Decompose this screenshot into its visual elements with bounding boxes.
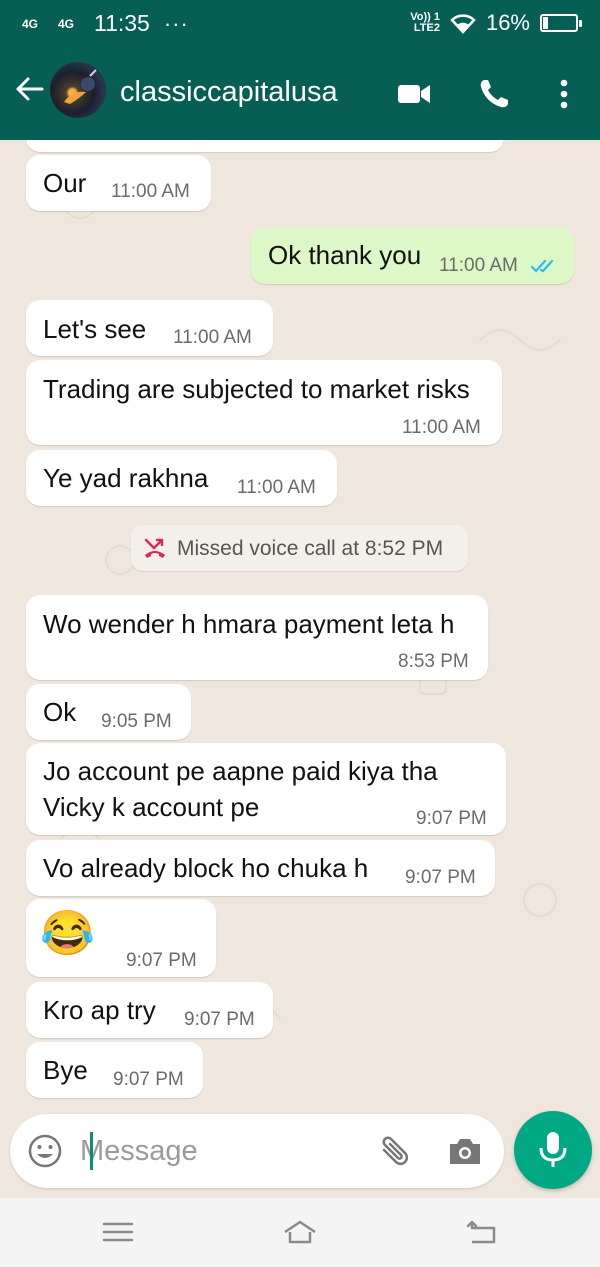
message-time: 9:07 PM: [184, 1009, 255, 1030]
back-icon[interactable]: [466, 1216, 502, 1248]
emoji-message: 😂: [40, 909, 95, 958]
message-text: Trading are subjected to market risks: [43, 374, 470, 404]
message-text: Wo wender h hmara payment leta h: [43, 609, 455, 639]
microphone-button[interactable]: [514, 1111, 592, 1189]
message-time: 9:07 PM: [126, 950, 197, 971]
message-bubble-incoming[interactable]: Bye 9:07 PM: [26, 1042, 203, 1098]
emoji-icon[interactable]: [26, 1132, 64, 1170]
message-bubble-incoming[interactable]: Ye yad rakhna 11:00 AM: [26, 450, 337, 506]
message-list[interactable]: Our 11:00 AM Ok thank you 11:00 AM Let's…: [0, 140, 600, 1110]
message-time: 11:00 AM: [237, 477, 316, 498]
message-text: Ye yad rakhna: [43, 463, 209, 493]
message-time: 8:53 PM: [398, 651, 469, 672]
status-time: 11:35: [94, 10, 150, 36]
phone-icon[interactable]: [476, 76, 512, 112]
app-bar: 4G 4G 11:35 ··· Vo)) 1 LTE2 16% classicc…: [0, 0, 600, 140]
message-text: Ok: [43, 697, 77, 727]
status-bar: 4G 4G 11:35 ··· Vo)) 1 LTE2 16%: [0, 0, 600, 46]
message-time: 11:00 AM: [439, 255, 518, 276]
message-composer: [10, 1114, 504, 1188]
text-cursor: [90, 1132, 93, 1170]
signal-indicator-2: 4G: [58, 16, 75, 31]
message-text: Let's see: [43, 314, 147, 344]
chat-header: classiccapitalusa: [0, 50, 600, 140]
message-bubble-incoming[interactable]: Ok 9:05 PM: [26, 684, 191, 740]
message-bubble-incoming[interactable]: Wo wender h hmara payment leta h 8:53 PM: [26, 595, 488, 680]
message-bubble-partial[interactable]: [26, 140, 504, 152]
message-text: Vo already block ho chuka h: [43, 853, 369, 883]
arrow-left-icon[interactable]: [12, 72, 46, 106]
message-bubble-incoming[interactable]: Our 11:00 AM: [26, 155, 211, 211]
paperclip-icon[interactable]: [374, 1132, 412, 1170]
message-text: Jo account pe aapne paid kiya tha: [43, 756, 438, 786]
message-text-line2: Vicky k account pe: [43, 792, 260, 822]
message-text: Bye: [43, 1055, 88, 1085]
message-bubble-incoming[interactable]: Jo account pe aapne paid kiya tha Vicky …: [26, 743, 506, 835]
avatar-image: [64, 69, 97, 104]
message-bubble-incoming[interactable]: 😂 9:07 PM: [26, 899, 216, 977]
message-text: Kro ap try: [43, 995, 156, 1025]
network-type: Vo)) 1 LTE2: [410, 12, 440, 34]
message-text: Our: [43, 168, 87, 198]
message-time: 11:00 AM: [173, 327, 252, 348]
status-more: ···: [163, 10, 189, 36]
more-vertical-icon[interactable]: [546, 76, 582, 112]
read-receipt-icon: [531, 259, 554, 273]
lte-label: LTE2: [413, 22, 440, 34]
message-bubble-incoming[interactable]: Let's see 11:00 AM: [26, 300, 273, 356]
missed-call-icon: [144, 538, 165, 558]
battery-percent: 16%: [485, 10, 530, 35]
contact-name[interactable]: classiccapitalusa: [120, 76, 338, 109]
avatar[interactable]: [50, 62, 106, 118]
message-bubble-outgoing[interactable]: Ok thank you 11:00 AM: [251, 228, 574, 284]
battery-icon: [540, 14, 582, 32]
signal-indicator-1: 4G: [22, 16, 39, 31]
missed-call-text: Missed voice call at 8:52 PM: [177, 537, 444, 560]
menu-icon[interactable]: [100, 1216, 136, 1248]
message-bubble-incoming[interactable]: Vo already block ho chuka h 9:07 PM: [26, 840, 495, 896]
message-bubble-incoming[interactable]: Trading are subjected to market risks 11…: [26, 360, 502, 445]
wifi-icon: [450, 14, 476, 34]
message-bubble-incoming[interactable]: Kro ap try 9:07 PM: [26, 982, 273, 1038]
missed-call-notice[interactable]: Missed voice call at 8:52 PM: [131, 525, 468, 571]
message-time: 9:07 PM: [416, 808, 487, 829]
message-time: 9:07 PM: [113, 1069, 184, 1090]
system-navigation-bar: [0, 1198, 600, 1267]
home-icon[interactable]: [282, 1216, 318, 1248]
message-time: 11:00 AM: [402, 417, 481, 438]
message-time: 9:05 PM: [101, 711, 172, 732]
video-camera-icon[interactable]: [396, 76, 432, 112]
camera-icon[interactable]: [446, 1132, 484, 1170]
message-text: Ok thank you: [268, 240, 422, 270]
message-input[interactable]: [80, 1128, 370, 1174]
microphone-icon: [539, 1132, 567, 1167]
message-time: 9:07 PM: [405, 867, 476, 888]
message-time: 11:00 AM: [111, 181, 190, 202]
